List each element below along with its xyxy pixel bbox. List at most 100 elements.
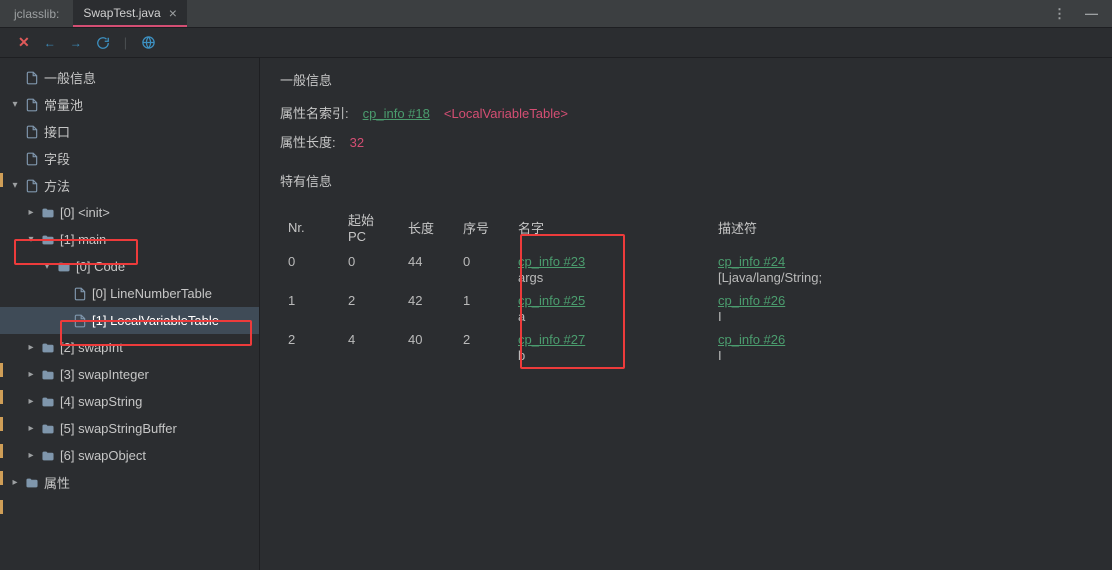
tree-node-label: [5] swapStringBuffer xyxy=(60,421,177,436)
cell-length: 40 xyxy=(400,328,455,367)
tree-node[interactable]: ▸[0] <init> xyxy=(0,199,259,226)
cell-nr: 0 xyxy=(280,250,340,289)
cell-descriptor: cp_info #24[Ljava/lang/String; xyxy=(710,250,1092,289)
tree-node[interactable]: ▾常量池 xyxy=(0,91,259,118)
col-index: 序号 xyxy=(455,204,510,250)
cell-name-text: args xyxy=(518,270,702,285)
attr-length-row: 属性长度: 32 xyxy=(280,132,1092,151)
chevron-right-icon[interactable]: ▸ xyxy=(26,369,36,380)
tab-swaptest[interactable]: SwapTest.java × xyxy=(73,0,187,27)
chevron-right-icon[interactable]: ▸ xyxy=(26,396,36,407)
close-icon[interactable]: ✕ xyxy=(18,34,30,51)
tree-node-label: [2] swapInt xyxy=(60,340,123,355)
cell-descriptor: cp_info #26I xyxy=(710,328,1092,367)
cell-descriptor: cp_info #26I xyxy=(710,289,1092,328)
chevron-down-icon[interactable]: ▾ xyxy=(42,261,52,272)
tree-node[interactable]: 一般信息 xyxy=(0,64,259,91)
file-icon xyxy=(72,313,88,329)
refresh-icon[interactable] xyxy=(96,36,110,50)
cp-info-link[interactable]: cp_info #24 xyxy=(718,254,785,269)
folder-icon xyxy=(24,475,40,491)
chevron-down-icon[interactable]: ▾ xyxy=(10,180,20,191)
cp-info-link[interactable]: cp_info #23 xyxy=(518,254,585,269)
chevron-right-icon[interactable]: ▸ xyxy=(26,450,36,461)
folder-icon xyxy=(40,394,56,410)
app-name: jclasslib: xyxy=(0,0,73,27)
attr-length-label: 属性长度: xyxy=(280,132,336,151)
col-descriptor: 描述符 xyxy=(710,204,1092,250)
table-row[interactable]: 00440cp_info #23argscp_info #24[Ljava/la… xyxy=(280,250,1092,289)
table-row[interactable]: 24402cp_info #27bcp_info #26I xyxy=(280,328,1092,367)
col-name: 名字 xyxy=(510,204,710,250)
cell-startpc: 4 xyxy=(340,328,400,367)
tree-node[interactable]: [1] LocalVariableTable xyxy=(0,307,259,334)
tree-node-label: 接口 xyxy=(44,122,70,141)
tree-node-label: [3] swapInteger xyxy=(60,367,149,382)
file-icon xyxy=(24,124,40,140)
tree-node[interactable]: 接口 xyxy=(0,118,259,145)
cp-info-link[interactable]: cp_info #18 xyxy=(363,106,430,121)
tree-node[interactable]: ▾ 方法 xyxy=(0,172,259,199)
cell-nr: 2 xyxy=(280,328,340,367)
chevron-right-icon[interactable]: ▸ xyxy=(26,423,36,434)
close-icon[interactable]: × xyxy=(169,6,177,20)
attr-name-index-row: 属性名索引: cp_info #18 <LocalVariableTable> xyxy=(280,103,1092,122)
cell-name: cp_info #27b xyxy=(510,328,710,367)
file-icon xyxy=(24,151,40,167)
cp-info-link[interactable]: cp_info #26 xyxy=(718,293,785,308)
titlebar: jclasslib: SwapTest.java × ⋮ — xyxy=(0,0,1112,28)
folder-icon xyxy=(40,205,56,221)
tree-node-label: 方法 xyxy=(44,176,70,195)
folder-icon xyxy=(40,232,56,248)
folder-icon xyxy=(40,367,56,383)
tree-node[interactable]: [0] LineNumberTable xyxy=(0,280,259,307)
chevron-down-icon[interactable]: ▾ xyxy=(26,234,36,245)
tab-label: SwapTest.java xyxy=(83,6,160,20)
col-length: 长度 xyxy=(400,204,455,250)
attr-length-value: 32 xyxy=(350,135,364,150)
tree-node[interactable]: 字段 xyxy=(0,145,259,172)
tree-node[interactable]: ▸ [5] swapStringBuffer xyxy=(0,415,259,442)
chevron-right-icon[interactable]: ▸ xyxy=(26,342,36,353)
main: 一般信息▾常量池接口字段▾方法▸[0] <init>▾[1] main▾[0] … xyxy=(0,58,1112,570)
cell-index: 1 xyxy=(455,289,510,328)
cp-info-link[interactable]: cp_info #26 xyxy=(718,332,785,347)
tree-node-label: [0] Code xyxy=(76,259,125,274)
tree-node[interactable]: ▾ [0] Code xyxy=(0,253,259,280)
file-icon xyxy=(72,286,88,302)
folder-icon xyxy=(40,340,56,356)
more-icon[interactable]: ⋮ xyxy=(1053,6,1067,22)
gutter-marker xyxy=(0,173,3,187)
table-row[interactable]: 12421cp_info #25acp_info #26I xyxy=(280,289,1092,328)
titlebar-right: ⋮ — xyxy=(1053,0,1112,27)
tree-node[interactable]: ▸ [3] swapInteger xyxy=(0,361,259,388)
chevron-right-icon[interactable]: ▸ xyxy=(10,477,20,488)
sidebar-tree[interactable]: 一般信息▾常量池接口字段▾方法▸[0] <init>▾[1] main▾[0] … xyxy=(0,58,260,570)
folder-icon xyxy=(40,421,56,437)
cell-index: 2 xyxy=(455,328,510,367)
globe-icon[interactable] xyxy=(141,35,156,50)
gutter-marker xyxy=(0,363,3,377)
tree-node-label: 属性 xyxy=(44,473,70,492)
forward-icon[interactable]: → xyxy=(70,36,82,50)
cp-info-link[interactable]: cp_info #25 xyxy=(518,293,585,308)
minimize-icon[interactable]: — xyxy=(1085,6,1098,21)
tree-node-label: 一般信息 xyxy=(44,68,96,87)
tree-node[interactable]: ▸ 属性 xyxy=(0,469,259,496)
cell-startpc: 2 xyxy=(340,289,400,328)
folder-icon xyxy=(40,448,56,464)
back-icon[interactable]: ← xyxy=(44,36,56,50)
file-icon xyxy=(24,178,40,194)
chevron-right-icon[interactable]: ▸ xyxy=(26,207,36,218)
tree-node-label: [4] swapString xyxy=(60,394,142,409)
tree-node[interactable]: ▸ [4] swapString xyxy=(0,388,259,415)
tree-node[interactable]: ▸ [2] swapInt xyxy=(0,334,259,361)
cp-info-link[interactable]: cp_info #27 xyxy=(518,332,585,347)
file-icon xyxy=(24,97,40,113)
tree-node[interactable]: ▸[6] swapObject xyxy=(0,442,259,469)
tree-node-label: [0] LineNumberTable xyxy=(92,286,212,301)
chevron-down-icon[interactable]: ▾ xyxy=(10,99,20,110)
local-variable-table: Nr. 起始PC 长度 序号 名字 描述符 00440cp_info #23ar… xyxy=(280,204,1092,367)
tree-node[interactable]: ▾[1] main xyxy=(0,226,259,253)
gutter-marker xyxy=(0,500,3,514)
